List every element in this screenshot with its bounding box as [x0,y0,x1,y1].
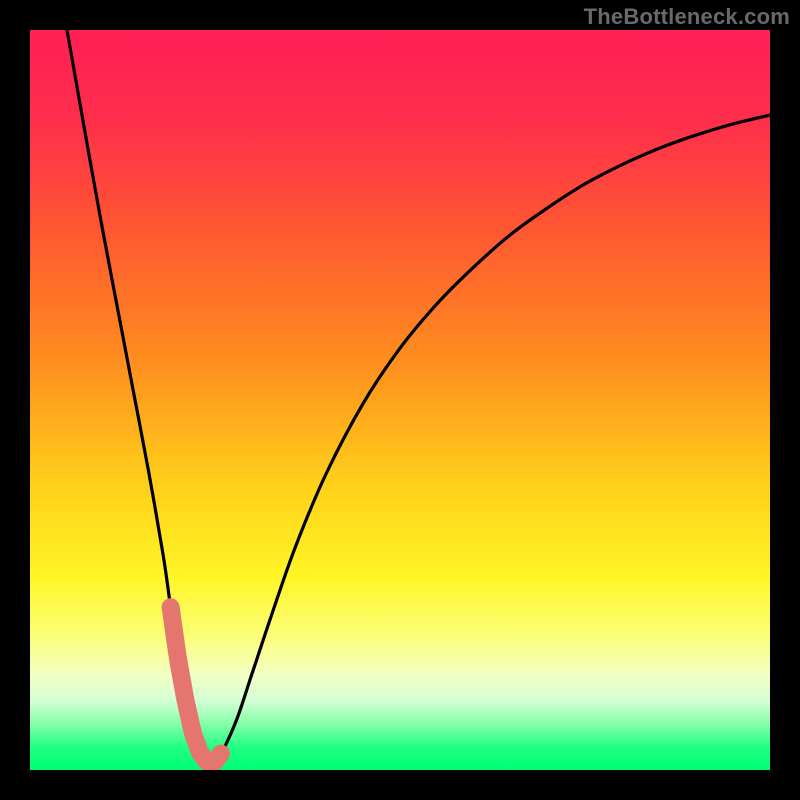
chart-svg [30,30,770,770]
chart-frame: TheBottleneck.com [0,0,800,800]
watermark-text: TheBottleneck.com [584,4,790,30]
gradient-background [30,30,770,770]
plot-area [30,30,770,770]
